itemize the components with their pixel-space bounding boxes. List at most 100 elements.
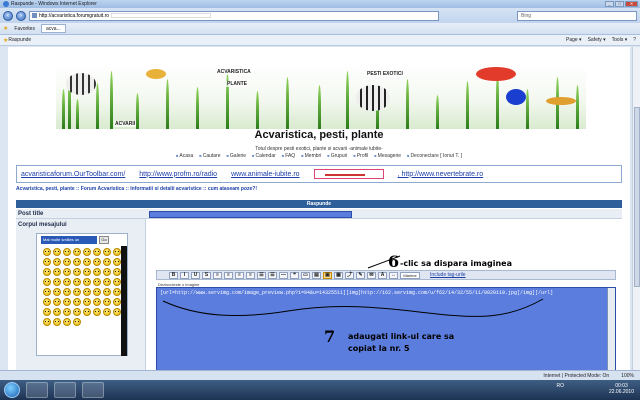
smiley-icon[interactable] bbox=[73, 248, 81, 256]
underline-button[interactable]: U bbox=[191, 271, 200, 279]
favorites-tab[interactable]: acva... bbox=[40, 24, 66, 33]
hr-button[interactable]: — bbox=[279, 271, 288, 279]
smiley-icon[interactable] bbox=[63, 308, 71, 316]
smiley-icon[interactable] bbox=[63, 268, 71, 276]
smiley-icon[interactable] bbox=[53, 318, 61, 326]
smilies-go-button[interactable]: Go bbox=[99, 236, 109, 244]
link-radio[interactable]: http://www.profm.ro/radio bbox=[139, 171, 217, 178]
smiley-icon[interactable] bbox=[43, 278, 51, 286]
language-indicator[interactable]: RO bbox=[557, 383, 565, 389]
page-scrollbar[interactable] bbox=[632, 47, 640, 370]
back-button[interactable]: ‹ bbox=[3, 10, 13, 21]
favorites-label[interactable]: Favorites bbox=[14, 26, 35, 32]
breadcrumb[interactable]: Acvaristica, pesti, plante :: Forum Acva… bbox=[16, 186, 257, 192]
smiley-icon[interactable] bbox=[43, 308, 51, 316]
smiley-icon[interactable] bbox=[83, 258, 91, 266]
smiley-icon[interactable] bbox=[113, 248, 121, 256]
textarea-scrollbar[interactable] bbox=[607, 288, 615, 370]
link-nevertebrate[interactable]: , http://www.nevertebrate.ro bbox=[398, 171, 484, 178]
smiley-icon[interactable] bbox=[113, 298, 121, 306]
smiley-icon[interactable] bbox=[83, 308, 91, 316]
smiley-icon[interactable] bbox=[113, 258, 121, 266]
smiley-icon[interactable] bbox=[83, 278, 91, 286]
menu-membri[interactable]: Membri bbox=[301, 153, 322, 159]
taskbar-media-button[interactable] bbox=[82, 382, 104, 398]
bold-button[interactable]: B bbox=[169, 271, 178, 279]
smiley-icon[interactable] bbox=[63, 318, 71, 326]
smiley-icon[interactable] bbox=[43, 318, 51, 326]
smiley-icon[interactable] bbox=[73, 308, 81, 316]
menu-faq[interactable]: FAQ bbox=[282, 153, 295, 159]
favorites-star-icon[interactable]: ★ bbox=[3, 25, 8, 32]
smiley-icon[interactable] bbox=[63, 248, 71, 256]
smiley-icon[interactable] bbox=[53, 308, 61, 316]
smiley-icon[interactable] bbox=[93, 278, 101, 286]
image-button[interactable]: ▣ bbox=[323, 271, 332, 279]
page-scrollbar-thumb[interactable] bbox=[634, 107, 640, 287]
clock-date[interactable]: 22.06.2010 bbox=[609, 389, 634, 395]
smiley-icon[interactable] bbox=[113, 288, 121, 296]
smiley-icon[interactable] bbox=[73, 318, 81, 326]
start-button[interactable] bbox=[4, 382, 20, 398]
table-button[interactable]: ▤ bbox=[312, 271, 321, 279]
smiley-icon[interactable] bbox=[63, 298, 71, 306]
smiley-icon[interactable] bbox=[43, 268, 51, 276]
smiley-icon[interactable] bbox=[53, 298, 61, 306]
taskbar-explorer-button[interactable] bbox=[54, 382, 76, 398]
menu-profil[interactable]: Profil bbox=[353, 153, 368, 159]
quote-button[interactable]: ❝ bbox=[290, 271, 299, 279]
include-tags-link[interactable]: Include tag-urile bbox=[430, 272, 466, 278]
swap-button[interactable]: ↔ bbox=[389, 271, 398, 279]
smiley-icon[interactable] bbox=[73, 288, 81, 296]
smilies-select[interactable]: Mai multe smilies un bbox=[41, 236, 97, 244]
tools-menu[interactable]: Tools ▾ bbox=[612, 37, 628, 43]
menu-galerie[interactable]: Galerie bbox=[227, 153, 246, 159]
close-button[interactable]: ✕ bbox=[625, 1, 638, 7]
media-button[interactable]: ▦ bbox=[334, 271, 343, 279]
menu-grupuri[interactable]: Grupuri bbox=[327, 153, 348, 159]
list-button[interactable]: ☰ bbox=[257, 271, 266, 279]
smiley-icon[interactable] bbox=[83, 248, 91, 256]
active-tab[interactable]: Raspunde bbox=[8, 37, 31, 43]
smiley-icon[interactable] bbox=[103, 278, 111, 286]
italic-button[interactable]: I bbox=[180, 271, 189, 279]
smiley-icon[interactable] bbox=[73, 298, 81, 306]
smiley-icon[interactable] bbox=[73, 278, 81, 286]
link-animale[interactable]: www.animale-iubite.ro bbox=[231, 171, 299, 178]
font-button[interactable]: A bbox=[378, 271, 387, 279]
smiley-icon[interactable] bbox=[103, 288, 111, 296]
strike-button[interactable]: S bbox=[202, 271, 211, 279]
taskbar-ie-button[interactable] bbox=[26, 382, 48, 398]
align-right-button[interactable]: ≡ bbox=[235, 271, 244, 279]
smiley-icon[interactable] bbox=[43, 248, 51, 256]
zoom-level[interactable]: 100% bbox=[621, 373, 634, 379]
smiley-icon[interactable] bbox=[93, 308, 101, 316]
align-center-button[interactable]: ≡ bbox=[224, 271, 233, 279]
smiley-icon[interactable] bbox=[113, 268, 121, 276]
minimize-button[interactable]: _ bbox=[605, 1, 614, 7]
smiley-icon[interactable] bbox=[53, 288, 61, 296]
smiley-icon[interactable] bbox=[73, 268, 81, 276]
smiley-icon[interactable] bbox=[113, 308, 121, 316]
smiley-icon[interactable] bbox=[103, 308, 111, 316]
numbered-list-button[interactable]: ☰ bbox=[268, 271, 277, 279]
smiley-icon[interactable] bbox=[53, 278, 61, 286]
smilies-scrollbar[interactable] bbox=[121, 246, 127, 356]
smiley-icon[interactable] bbox=[93, 298, 101, 306]
justify-button[interactable]: ≡ bbox=[246, 271, 255, 279]
menu-mesagerie[interactable]: Mesagerie bbox=[374, 153, 401, 159]
size-select[interactable]: Marime bbox=[400, 271, 420, 279]
smiley-icon[interactable] bbox=[43, 288, 51, 296]
color-button[interactable]: ✎ bbox=[356, 271, 365, 279]
smiley-icon[interactable] bbox=[103, 248, 111, 256]
smiley-icon[interactable] bbox=[43, 258, 51, 266]
code-button[interactable]: ▭ bbox=[301, 271, 310, 279]
menu-deconectare[interactable]: Deconectare [ Ionut T. ] bbox=[407, 153, 462, 159]
smiley-icon[interactable] bbox=[83, 298, 91, 306]
smiley-icon[interactable] bbox=[63, 278, 71, 286]
link-toolbar[interactable]: acvaristicaforum.OurToolbar.com/ bbox=[21, 171, 125, 178]
smiley-icon[interactable] bbox=[53, 258, 61, 266]
smiley-icon[interactable] bbox=[53, 248, 61, 256]
menu-cautare[interactable]: Cautare bbox=[199, 153, 221, 159]
align-left-button[interactable]: ≡ bbox=[213, 271, 222, 279]
